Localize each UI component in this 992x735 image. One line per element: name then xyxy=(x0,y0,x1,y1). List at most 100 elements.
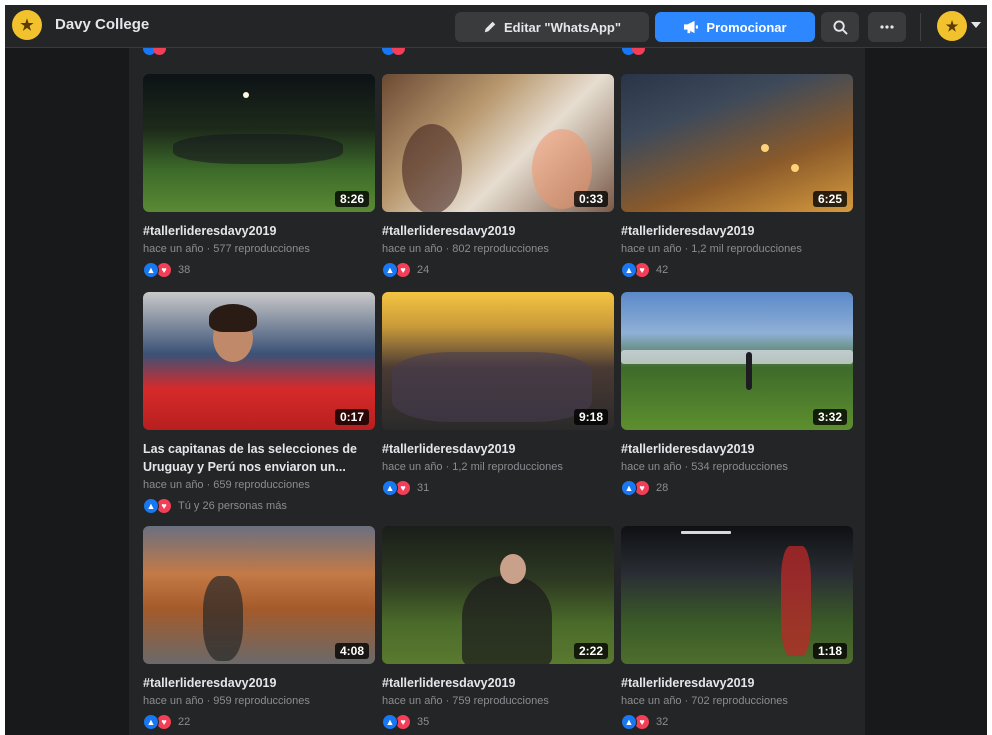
video-views: 577 reproducciones xyxy=(213,243,310,255)
search-button[interactable] xyxy=(821,12,859,42)
promote-button[interactable]: Promocionar xyxy=(655,12,815,42)
video-card[interactable]: 1:18 #tallerlideresdavy2019 hace un año ·… xyxy=(621,526,853,730)
video-views: 534 reproducciones xyxy=(691,461,788,473)
video-title[interactable]: #tallerlideresdavy2019 xyxy=(621,440,853,458)
like-icon: ▲ xyxy=(621,480,637,496)
video-card[interactable]: 2:22 #tallerlideresdavy2019 hace un año ·… xyxy=(382,526,614,730)
pencil-icon xyxy=(484,21,496,33)
reaction-count[interactable]: 24 xyxy=(417,264,429,276)
video-meta: hace un año · 659 reproducciones xyxy=(143,479,310,491)
video-meta: hace un año · 802 reproducciones xyxy=(382,243,549,255)
video-views: 802 reproducciones xyxy=(452,243,549,255)
video-duration: 3:32 xyxy=(812,409,847,425)
video-card[interactable]: 4:08 #tallerlideresdavy2019 hace un año ·… xyxy=(143,526,375,730)
like-icon: ▲ xyxy=(621,262,637,278)
reaction-count[interactable]: Tú y 26 personas más xyxy=(178,500,287,512)
video-meta: hace un año · 959 reproducciones xyxy=(143,695,310,707)
reaction-count[interactable]: 38 xyxy=(178,264,190,276)
video-thumbnail[interactable]: 8:26 xyxy=(143,74,375,212)
video-age: hace un año xyxy=(382,243,443,255)
video-duration: 6:25 xyxy=(812,191,847,207)
page-name[interactable]: Davy College xyxy=(55,16,149,33)
video-age: hace un año xyxy=(382,695,443,707)
reaction-count[interactable]: 35 xyxy=(417,716,429,728)
video-age: hace un año xyxy=(621,461,682,473)
video-thumbnail[interactable]: 4:08 xyxy=(143,526,375,664)
video-views: 1,2 mil reproducciones xyxy=(452,461,563,473)
page-avatar[interactable]: ★ xyxy=(12,10,42,40)
video-thumbnail[interactable]: 0:17 xyxy=(143,292,375,430)
profile-avatar[interactable]: ★ xyxy=(937,11,967,41)
reaction-count[interactable]: 31 xyxy=(417,482,429,494)
video-meta: hace un año · 577 reproducciones xyxy=(143,243,310,255)
like-icon: ▲ xyxy=(143,262,159,278)
video-reactions[interactable]: ▲ ♥ 22 xyxy=(143,714,375,730)
video-title[interactable]: #tallerlideresdavy2019 xyxy=(143,674,375,692)
app-window: ★ Davy College Editar "WhatsApp" Promoci… xyxy=(5,5,987,735)
reaction-count[interactable]: 42 xyxy=(656,264,668,276)
video-thumbnail[interactable]: 3:32 xyxy=(621,292,853,430)
video-reactions[interactable]: ▲ ♥ 42 xyxy=(621,262,853,278)
video-age: hace un año xyxy=(382,461,443,473)
video-duration: 0:17 xyxy=(334,409,369,425)
video-age: hace un año xyxy=(621,243,682,255)
video-age: hace un año xyxy=(143,243,204,255)
video-duration: 9:18 xyxy=(573,409,608,425)
search-icon xyxy=(832,19,848,35)
video-title[interactable]: #tallerlideresdavy2019 xyxy=(382,222,614,240)
video-thumbnail[interactable]: 1:18 xyxy=(621,526,853,664)
video-title[interactable]: #tallerlideresdavy2019 xyxy=(621,674,853,692)
video-duration: 8:26 xyxy=(334,191,369,207)
video-views: 702 reproducciones xyxy=(691,695,788,707)
video-meta: hace un año · 534 reproducciones xyxy=(621,461,788,473)
video-meta: hace un año · 702 reproducciones xyxy=(621,695,788,707)
video-thumbnail[interactable]: 0:33 xyxy=(382,74,614,212)
video-reactions[interactable]: ▲ ♥ Tú y 26 personas más xyxy=(143,498,375,514)
edit-whatsapp-label: Editar "WhatsApp" xyxy=(503,19,622,35)
video-thumbnail[interactable]: 9:18 xyxy=(382,292,614,430)
edit-whatsapp-button[interactable]: Editar "WhatsApp" xyxy=(455,12,649,42)
like-icon: ▲ xyxy=(382,714,398,730)
video-meta: hace un año · 1,2 mil reproducciones xyxy=(382,461,563,473)
video-card[interactable]: 6:25 #tallerlideresdavy2019 hace un año ·… xyxy=(621,74,853,278)
megaphone-icon xyxy=(684,20,699,34)
video-card[interactable]: 3:32 #tallerlideresdavy2019 hace un año ·… xyxy=(621,292,853,496)
video-duration: 0:33 xyxy=(573,191,608,207)
video-reactions[interactable]: ▲ ♥ 31 xyxy=(382,480,614,496)
video-title[interactable]: #tallerlideresdavy2019 xyxy=(143,222,375,240)
caret-down-icon[interactable] xyxy=(971,22,981,28)
more-options-button[interactable] xyxy=(868,12,906,42)
like-icon: ▲ xyxy=(621,714,637,730)
video-title[interactable]: #tallerlideresdavy2019 xyxy=(382,440,614,458)
video-views: 1,2 mil reproducciones xyxy=(691,243,802,255)
video-card[interactable]: 8:26 #tallerlideresdavy2019 hace un año ·… xyxy=(143,74,375,278)
reaction-count[interactable]: 32 xyxy=(656,716,668,728)
reaction-count[interactable]: 28 xyxy=(656,482,668,494)
promote-label: Promocionar xyxy=(706,19,787,35)
like-icon: ▲ xyxy=(382,262,398,278)
video-thumbnail[interactable]: 6:25 xyxy=(621,74,853,212)
video-title[interactable]: #tallerlideresdavy2019 xyxy=(621,222,853,240)
video-meta: hace un año · 1,2 mil reproducciones xyxy=(621,243,802,255)
more-icon xyxy=(880,25,894,29)
top-bar: ★ Davy College Editar "WhatsApp" Promoci… xyxy=(5,5,987,48)
video-card[interactable]: 0:17 Las capitanas de las selecciones de… xyxy=(143,292,375,514)
reaction-count[interactable]: 22 xyxy=(178,716,190,728)
videos-panel: 8:26 #tallerlideresdavy2019 hace un año ·… xyxy=(129,42,865,735)
previous-row-strip xyxy=(129,42,865,64)
video-reactions[interactable]: ▲ ♥ 35 xyxy=(382,714,614,730)
video-views: 959 reproducciones xyxy=(213,695,310,707)
video-meta: hace un año · 759 reproducciones xyxy=(382,695,549,707)
video-thumbnail[interactable]: 2:22 xyxy=(382,526,614,664)
video-title[interactable]: #tallerlideresdavy2019 xyxy=(382,674,614,692)
video-age: hace un año xyxy=(143,479,204,491)
video-views: 659 reproducciones xyxy=(213,479,310,491)
video-age: hace un año xyxy=(621,695,682,707)
video-card[interactable]: 9:18 #tallerlideresdavy2019 hace un año ·… xyxy=(382,292,614,496)
video-card[interactable]: 0:33 #tallerlideresdavy2019 hace un año ·… xyxy=(382,74,614,278)
video-reactions[interactable]: ▲ ♥ 24 xyxy=(382,262,614,278)
video-reactions[interactable]: ▲ ♥ 32 xyxy=(621,714,853,730)
video-title[interactable]: Las capitanas de las selecciones de Urug… xyxy=(143,440,375,476)
video-reactions[interactable]: ▲ ♥ 38 xyxy=(143,262,375,278)
video-reactions[interactable]: ▲ ♥ 28 xyxy=(621,480,853,496)
